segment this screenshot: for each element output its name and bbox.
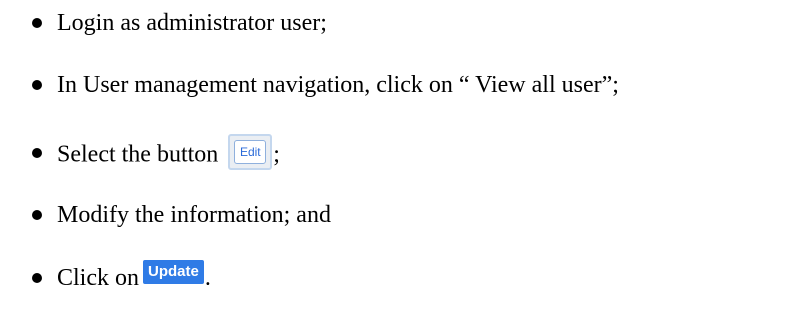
bullet-icon bbox=[32, 148, 42, 158]
edit-button-label: Edit bbox=[234, 140, 267, 164]
bullet-icon bbox=[32, 80, 42, 90]
update-button[interactable]: Update bbox=[143, 260, 204, 285]
bullet-icon bbox=[32, 273, 42, 283]
step-text-after: . bbox=[204, 265, 211, 291]
list-item: In User management navigation, click on … bbox=[0, 66, 806, 106]
step-text: In User management navigation, click on … bbox=[57, 72, 619, 98]
step-text: Click on Update. bbox=[57, 260, 211, 293]
step-text: Modify the information; and bbox=[57, 202, 331, 228]
step-text-after: ; bbox=[273, 141, 280, 168]
step-text: Select the button Edit; bbox=[57, 134, 280, 174]
list-item: Login as administrator user; bbox=[0, 4, 806, 44]
list-item: Select the button Edit; bbox=[0, 134, 806, 174]
bullet-icon bbox=[32, 210, 42, 220]
step-text-before: Click on bbox=[57, 265, 139, 291]
step-text: Login as administrator user; bbox=[57, 10, 327, 36]
edit-button[interactable]: Edit bbox=[228, 134, 273, 170]
list-item: Click on Update. bbox=[0, 259, 806, 299]
step-text-before: Select the button bbox=[57, 141, 219, 168]
list-item: Modify the information; and bbox=[0, 196, 806, 236]
bullet-icon bbox=[32, 18, 42, 28]
instruction-list: Login as administrator user; In User man… bbox=[0, 0, 806, 311]
